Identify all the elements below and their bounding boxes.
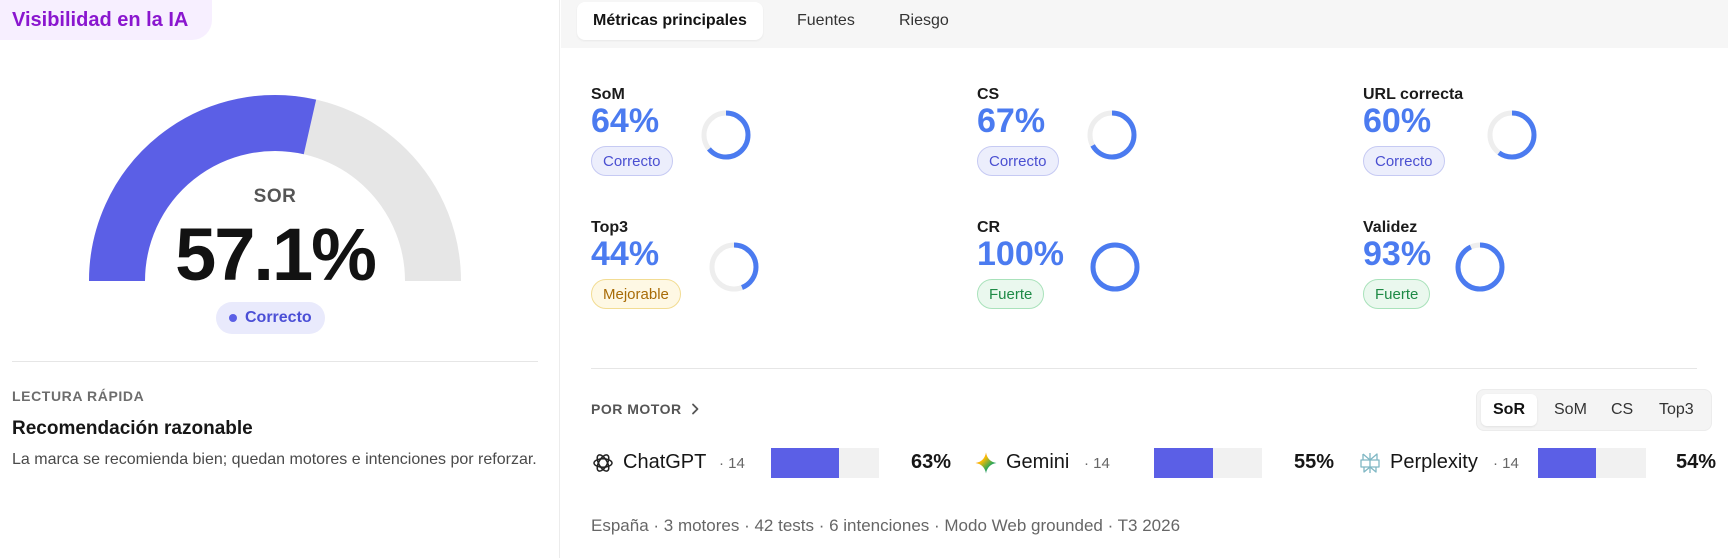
quick-read-title: Recomendación razonable xyxy=(12,418,253,439)
tab-bar: Métricas principales Fuentes Riesgo xyxy=(561,0,1728,48)
engine-bar-fill xyxy=(1538,448,1597,478)
metric-som: SoM 64% Correcto xyxy=(591,86,911,196)
metric-value: 64% xyxy=(591,102,660,140)
engine-bar-track xyxy=(1538,448,1646,478)
gauge-label: SOR xyxy=(253,186,297,207)
engine-test-count: · 14 xyxy=(719,455,745,472)
metric-cs: CS 67% Correcto xyxy=(977,86,1297,196)
ring-progress xyxy=(1455,242,1505,292)
progress-ring xyxy=(709,242,759,292)
engine-bar-track xyxy=(1154,448,1262,478)
engine-metric-toggle: SoR SoM CS Top3 xyxy=(1476,389,1712,431)
metric-value: 67% xyxy=(977,102,1046,140)
perplexity-icon xyxy=(1360,453,1380,473)
metric-url-correcta: URL correcta 60% Correcto xyxy=(1363,86,1683,196)
report-meta-footer: España · 3 motores · 42 tests · 6 intenc… xyxy=(591,516,1181,535)
engine-percent: 63% xyxy=(910,451,951,473)
engine-bar-fill xyxy=(1154,448,1214,478)
metrics-panel: Métricas principales Fuentes Riesgo SoM … xyxy=(561,0,1728,558)
progress-ring xyxy=(1087,110,1137,160)
divider xyxy=(12,361,538,362)
engine-row-chatgpt: ChatGPT · 14 63% xyxy=(591,445,951,481)
visibility-panel: Visibilidad en la IA SOR 57.1% Correcto … xyxy=(0,0,560,558)
gauge-status-badge: Correcto xyxy=(216,302,325,334)
metric-status-badge: Correcto xyxy=(591,146,673,176)
progress-ring xyxy=(1455,242,1505,292)
engine-row-perplexity: Perplexity · 14 54% xyxy=(1358,445,1716,481)
metric-value: 93% xyxy=(1363,235,1432,273)
engine-name: Perplexity xyxy=(1390,451,1478,473)
toggle-som[interactable]: SoM xyxy=(1542,394,1599,426)
engine-test-count: · 14 xyxy=(1084,455,1110,472)
chatgpt-icon xyxy=(593,454,613,472)
gemini-icon xyxy=(975,452,997,474)
status-dot-icon xyxy=(229,314,237,322)
progress-ring xyxy=(701,110,751,160)
tab-metricas-principales[interactable]: Métricas principales xyxy=(577,2,763,40)
metric-top3: Top3 44% Mejorable xyxy=(591,219,911,329)
quick-read-kicker: LECTURA RÁPIDA xyxy=(12,388,145,404)
divider xyxy=(591,368,1697,369)
engine-percent: 55% xyxy=(1293,451,1334,473)
metric-cr: CR 100% Fuerte xyxy=(977,219,1297,329)
metric-validez: Validez 93% Fuerte xyxy=(1363,219,1683,329)
gauge-status-label: Correcto xyxy=(245,309,312,326)
metric-status-badge: Correcto xyxy=(977,146,1059,176)
gauge-value: 57.1% xyxy=(175,213,377,296)
toggle-cs[interactable]: CS xyxy=(1599,394,1645,426)
engine-row-gemini: Gemini · 14 55% xyxy=(974,445,1334,481)
progress-ring xyxy=(1090,242,1140,292)
by-engine-link[interactable]: POR MOTOR xyxy=(591,401,700,417)
metric-status-badge: Correcto xyxy=(1363,146,1445,176)
engine-name: Gemini xyxy=(1006,451,1070,473)
metric-status-badge: Mejorable xyxy=(591,279,681,309)
panel-title: Visibilidad en la IA xyxy=(12,8,189,31)
metric-value: 100% xyxy=(977,235,1064,273)
tab-riesgo[interactable]: Riesgo xyxy=(883,2,965,40)
panel-title-pill: Visibilidad en la IA xyxy=(0,0,213,40)
engine-bar-fill xyxy=(771,448,840,478)
quick-read-text: La marca se recomienda bien; quedan moto… xyxy=(12,451,537,468)
metric-status-badge: Fuerte xyxy=(1363,279,1431,309)
engine-name: ChatGPT xyxy=(623,451,707,473)
metric-status-badge: Fuerte xyxy=(977,279,1045,309)
ring-progress xyxy=(1090,242,1140,292)
toggle-sor[interactable]: SoR xyxy=(1481,394,1537,426)
tab-fuentes[interactable]: Fuentes xyxy=(781,2,871,40)
engine-test-count: · 14 xyxy=(1493,455,1519,472)
by-engine-heading: POR MOTOR xyxy=(591,401,682,417)
progress-ring xyxy=(1487,110,1537,160)
metric-value: 44% xyxy=(591,235,660,273)
metric-value: 60% xyxy=(1363,102,1432,140)
chevron-right-icon xyxy=(691,403,698,415)
toggle-top3[interactable]: Top3 xyxy=(1647,394,1706,426)
engine-bar-track xyxy=(771,448,879,478)
engine-percent: 54% xyxy=(1675,451,1716,473)
